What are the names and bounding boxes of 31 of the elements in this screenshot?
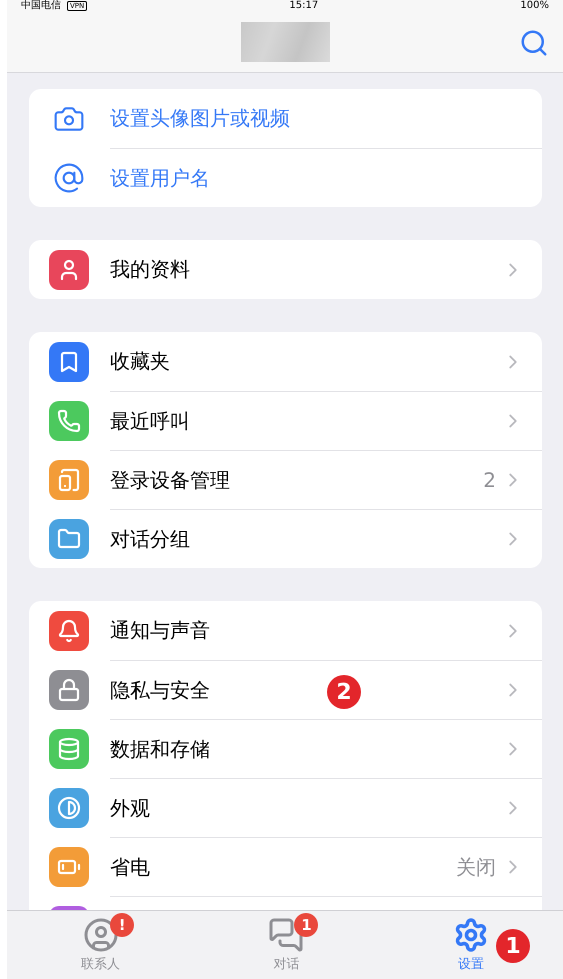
settings-item[interactable]: 登录设备管理 — [110, 466, 230, 494]
at-sign-icon — [53, 162, 85, 194]
tab-item[interactable]: 设置 — [442, 911, 499, 979]
folder-icon — [57, 526, 81, 550]
chat-bubbles-icon — [268, 917, 304, 953]
database-icon — [57, 736, 81, 760]
bell-icon — [57, 618, 81, 642]
notification-badge: ! — [110, 913, 134, 937]
devices-icon — [57, 468, 81, 492]
settings-item[interactable]: 对话分组 — [110, 526, 190, 552]
profile-action[interactable]: 设置头像图片或视频 — [110, 105, 290, 132]
settings-item[interactable]: 省电 — [110, 854, 150, 880]
clock-time: 15:17 — [289, 0, 318, 12]
settings-item[interactable]: 隐私与安全 — [110, 676, 210, 704]
settings-item[interactable]: 数据和存储 — [110, 736, 210, 762]
search-button[interactable] — [519, 28, 549, 58]
contacts-icon — [82, 917, 119, 953]
profile-action[interactable]: 设置用户名 — [110, 164, 210, 192]
item-value: 关闭 — [456, 854, 496, 880]
settings-item[interactable]: 最近呼叫 — [110, 408, 190, 434]
settings-item[interactable]: 我的资料 — [110, 256, 190, 283]
settings-item[interactable]: 收藏夹 — [110, 348, 170, 375]
battery-percent: 100% — [520, 0, 549, 12]
settings-item[interactable]: 外观 — [110, 794, 150, 822]
lock-icon — [57, 678, 81, 702]
notification-badge: 1 — [294, 913, 318, 937]
item-value: 2 — [483, 468, 496, 492]
phone-icon — [57, 408, 81, 432]
settings-item[interactable]: 通知与声音 — [110, 617, 210, 644]
carrier-name: 中国电信 — [21, 0, 61, 12]
contrast-icon — [57, 796, 81, 820]
